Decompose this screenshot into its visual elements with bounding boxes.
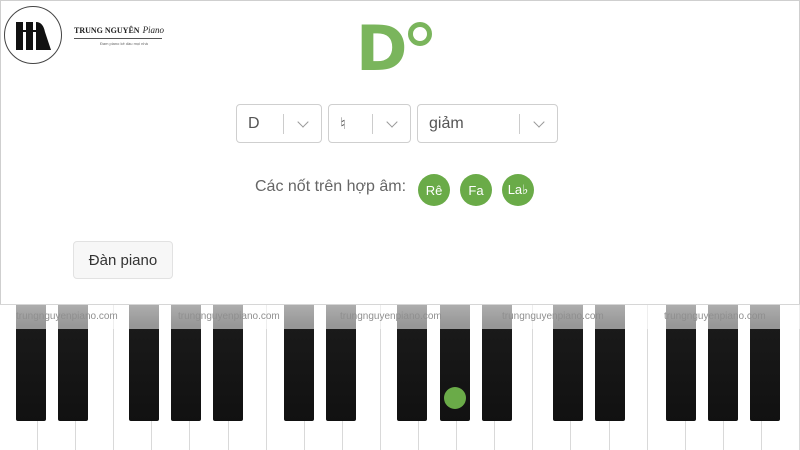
logo-tagline: Đam piano kê dầu mọi nhà — [100, 40, 148, 46]
piano-logo-icon — [4, 6, 62, 64]
accidental-value: ♮ — [340, 115, 346, 133]
watermark-text: trungnguyenpiano.com — [178, 311, 280, 322]
chord-root: D — [356, 12, 408, 85]
piano-keyboard[interactable]: trungnguyenpiano.com trungnguyenpiano.com… — [0, 304, 800, 450]
chord-title: D — [356, 12, 432, 85]
chord-quality-select[interactable]: giảm — [417, 104, 558, 143]
watermark-text: trungnguyenpiano.com — [16, 311, 118, 322]
diminished-symbol-icon — [408, 22, 432, 46]
logo-divider — [74, 37, 162, 39]
root-note-value: D — [248, 114, 260, 132]
chord-notes-label: Các nốt trên hợp âm: — [255, 178, 407, 195]
watermark-text: trungnguyenpiano.com — [502, 311, 604, 322]
watermark-text: trungnguyenpiano.com — [340, 311, 442, 322]
site-logo[interactable]: TRUNG NGUYÊN Piano Đam piano kê dầu mọi n… — [4, 6, 164, 64]
play-piano-button[interactable]: Đàn piano — [73, 241, 173, 279]
root-note-select[interactable]: D — [236, 104, 322, 143]
accidental-select[interactable]: ♮ — [328, 104, 411, 143]
watermark-text: trungnguyenpiano.com — [664, 311, 766, 322]
logo-brand: TRUNG NGUYÊN — [74, 25, 140, 35]
logo-brand-script: Piano — [142, 24, 165, 35]
chevron-down-icon[interactable] — [373, 115, 410, 128]
chevron-down-icon[interactable] — [520, 115, 557, 128]
note-badge[interactable]: Fa — [460, 174, 492, 206]
chevron-down-icon[interactable] — [284, 115, 321, 128]
pressed-key-indicator — [444, 387, 466, 409]
note-badge[interactable]: La♭ — [502, 174, 534, 206]
note-badge[interactable]: Rê — [418, 174, 450, 206]
chord-quality-value: giảm — [429, 114, 464, 132]
